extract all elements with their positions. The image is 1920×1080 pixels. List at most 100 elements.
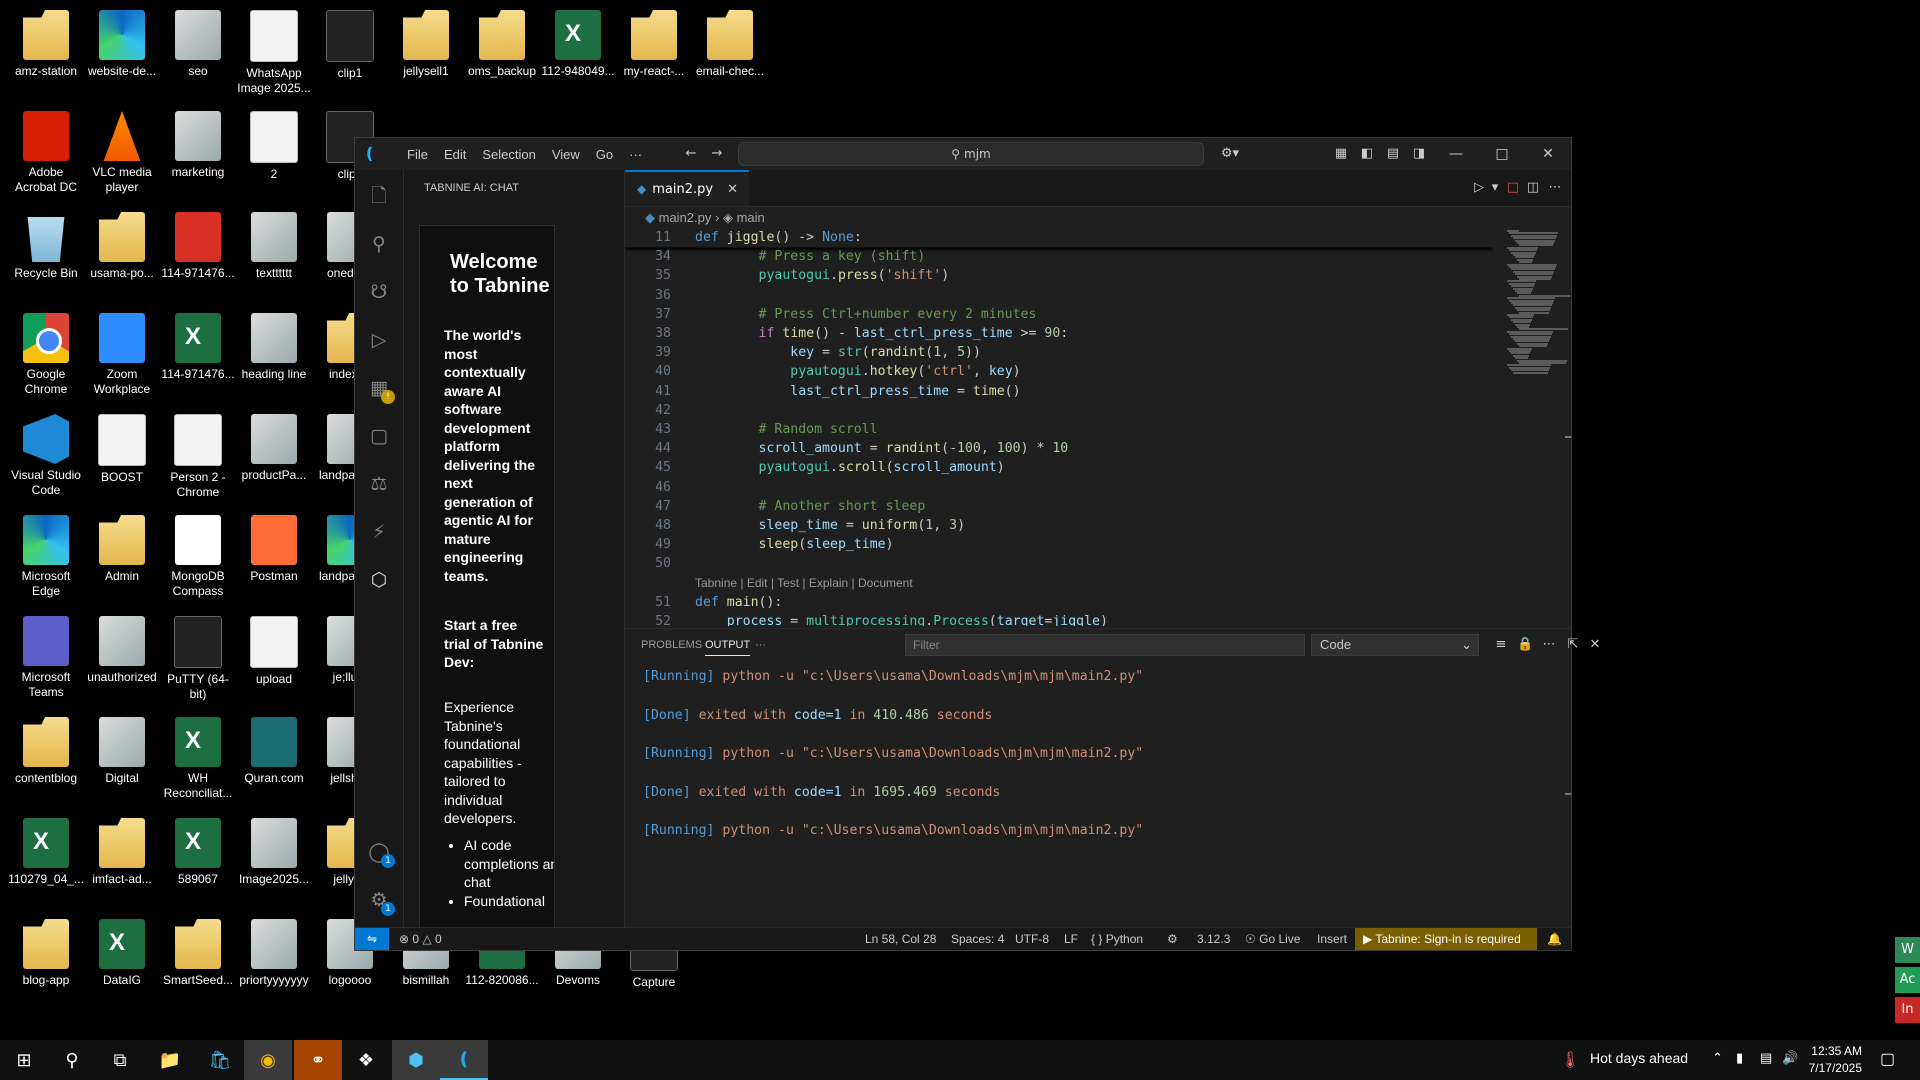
toggle-primary-sidebar-icon[interactable]: ◧ xyxy=(1359,146,1375,162)
lightning-icon[interactable]: ⚡ xyxy=(367,520,391,544)
desktop-icon[interactable]: amz-station xyxy=(8,4,84,100)
desktop-icon[interactable]: marketing xyxy=(160,105,236,201)
show-hidden-icons-icon[interactable]: ⌃ xyxy=(1712,1050,1723,1066)
menu-selection[interactable]: Selection xyxy=(474,147,543,162)
end-of-line[interactable]: LF xyxy=(1064,928,1078,950)
desktop-icon[interactable]: email-chec... xyxy=(692,4,768,100)
desktop-icon[interactable]: SmartSeed... xyxy=(160,913,236,1009)
toggle-secondary-sidebar-icon[interactable]: ◨ xyxy=(1411,146,1427,162)
editor-scrollbar[interactable] xyxy=(1565,436,1571,438)
notification-center-icon[interactable]: ▢ xyxy=(1880,1049,1895,1069)
side-app-w[interactable]: W xyxy=(1895,937,1920,963)
panel-more-icon[interactable]: ⋯ xyxy=(1541,637,1557,653)
desktop-icon[interactable]: Visual Studio Code xyxy=(8,408,84,504)
run-python-icon[interactable]: ▷ xyxy=(1471,180,1487,196)
code-editor[interactable]: 11 def jiggle() -> None: 34 # Press a key … xyxy=(625,228,1493,626)
stop-icon[interactable]: □ xyxy=(1505,180,1521,196)
side-app-in[interactable]: In xyxy=(1895,997,1920,1023)
clock[interactable]: 12:35 AM 7/17/2025 xyxy=(1798,1043,1862,1077)
desktop-icon[interactable]: PuTTY (64-bit) xyxy=(160,610,236,706)
desktop-icon[interactable]: 114-971476... xyxy=(160,307,236,403)
explorer-icon[interactable]: 🗋 xyxy=(367,184,391,208)
accounts-icon[interactable]: ◯ 1 xyxy=(367,840,395,868)
desktop-icon[interactable]: blog-app xyxy=(8,913,84,1009)
vscode-taskbar-icon[interactable]: ❪ xyxy=(440,1040,488,1080)
menu-more[interactable]: ··· xyxy=(621,147,650,162)
desktop-icon[interactable]: my-react-... xyxy=(616,4,692,100)
desktop-icon[interactable]: Postman xyxy=(236,509,312,605)
run-dropdown-icon[interactable]: ▾ xyxy=(1487,180,1503,196)
desktop-icon[interactable]: jellysell1 xyxy=(388,4,464,100)
zoom-taskbar-icon[interactable]: ⚭ xyxy=(294,1040,342,1080)
desktop-icon[interactable]: Digital xyxy=(84,711,160,807)
remote-indicator-icon[interactable]: ⇋ xyxy=(355,928,389,950)
tab-close-icon[interactable]: ✕ xyxy=(727,182,738,197)
desktop-icon[interactable]: heading line xyxy=(236,307,312,403)
tab-output[interactable]: OUTPUT xyxy=(705,639,751,656)
menu-file[interactable]: File xyxy=(399,147,436,162)
weather-widget[interactable]: Hot days ahead xyxy=(1590,1050,1688,1066)
battery-icon[interactable]: ▮ xyxy=(1736,1050,1743,1066)
minimap[interactable] xyxy=(1503,228,1570,626)
desktop-icon[interactable]: 114-971476... xyxy=(160,206,236,302)
indentation[interactable]: Spaces: 4 xyxy=(951,928,1004,950)
copilot-icon[interactable]: ⚙▾ xyxy=(1215,146,1245,162)
tabnine-status[interactable]: ▶ Tabnine: Sign-in is required xyxy=(1355,928,1537,950)
menu-go[interactable]: Go xyxy=(588,147,621,162)
lock-icon[interactable]: 🔒 xyxy=(1517,637,1533,653)
desktop-icon[interactable]: oms_backup xyxy=(464,4,540,100)
close-icon[interactable]: ✕ xyxy=(1525,138,1571,170)
forward-arrow-icon[interactable]: → xyxy=(709,146,725,162)
minimize-icon[interactable]: — xyxy=(1433,138,1479,170)
desktop-icon[interactable]: Recycle Bin xyxy=(8,206,84,302)
app-taskbar-icon[interactable]: ⬢ xyxy=(392,1040,440,1080)
file-explorer-icon[interactable]: 📁 xyxy=(146,1040,194,1080)
testing-icon[interactable]: ⚖ xyxy=(367,472,391,496)
volume-icon[interactable]: 🔊 xyxy=(1782,1050,1798,1066)
tabnine-icon[interactable]: ⬡ xyxy=(367,568,391,592)
desktop-icon[interactable]: imfact-ad... xyxy=(84,812,160,908)
microsoft-store-icon[interactable]: 🛍 xyxy=(196,1040,244,1080)
desktop-icon[interactable]: textttttt xyxy=(236,206,312,302)
toggle-panel-icon[interactable]: ▤ xyxy=(1385,146,1401,162)
desktop-icon[interactable]: Microsoft Edge xyxy=(8,509,84,605)
network-icon[interactable]: ▤ xyxy=(1760,1050,1772,1066)
insert-mode[interactable]: Insert xyxy=(1317,928,1347,950)
chrome-taskbar-icon[interactable]: ◉ xyxy=(244,1040,292,1080)
settings-gear-icon[interactable]: ⚙ 1 xyxy=(367,888,395,916)
close-panel-icon[interactable]: ✕ xyxy=(1587,637,1603,653)
sticky-scroll-line[interactable]: 11 def jiggle() -> None: xyxy=(625,228,1493,248)
back-arrow-icon[interactable]: ← xyxy=(683,146,699,162)
desktop-icon[interactable]: seo xyxy=(160,4,236,100)
editor-more-icon[interactable]: ⋯ xyxy=(1547,180,1563,196)
search-view-icon[interactable]: ⚲ xyxy=(367,232,391,256)
menu-view[interactable]: View xyxy=(544,147,588,162)
maximize-icon[interactable]: □ xyxy=(1479,138,1525,170)
menu-edit[interactable]: Edit xyxy=(436,147,474,162)
panel-more-tabs[interactable]: ··· xyxy=(755,639,766,651)
desktop-icon[interactable]: upload xyxy=(236,610,312,706)
desktop-icon[interactable]: MongoDB Compass xyxy=(160,509,236,605)
clear-output-icon[interactable]: ≡ xyxy=(1493,637,1509,653)
desktop-icon[interactable]: productPa... xyxy=(236,408,312,504)
desktop-icon[interactable]: Image2025... xyxy=(236,812,312,908)
encoding[interactable]: UTF-8 xyxy=(1015,928,1049,950)
desktop-icon[interactable]: 110279_04_... xyxy=(8,812,84,908)
desktop-icon[interactable]: Microsoft Teams xyxy=(8,610,84,706)
remote-explorer-icon[interactable]: ▢ xyxy=(367,424,391,448)
desktop-icon[interactable]: 112-948049... xyxy=(540,4,616,100)
desktop-icon[interactable]: 2 xyxy=(236,105,312,201)
task-view-icon[interactable]: ⧉ xyxy=(96,1040,144,1080)
desktop-icon[interactable]: website-de... xyxy=(84,4,160,100)
desktop-icon[interactable]: contentblog xyxy=(8,711,84,807)
cursor-position[interactable]: Ln 58, Col 28 xyxy=(865,928,936,950)
desktop-icon[interactable]: usama-po... xyxy=(84,206,160,302)
desktop-icon[interactable]: WH Reconciliat... xyxy=(160,711,236,807)
desktop-icon[interactable]: unauthorized xyxy=(84,610,160,706)
desktop-icon[interactable]: Person 2 - Chrome xyxy=(160,408,236,504)
customize-layout-icon[interactable]: ▦ xyxy=(1333,146,1349,162)
desktop-icon[interactable]: clip1 xyxy=(312,4,388,100)
side-app-ac[interactable]: Ac xyxy=(1895,967,1920,993)
desktop-icon[interactable]: BOOST xyxy=(84,408,160,504)
breadcrumb-file[interactable]: main2.py xyxy=(659,210,712,225)
